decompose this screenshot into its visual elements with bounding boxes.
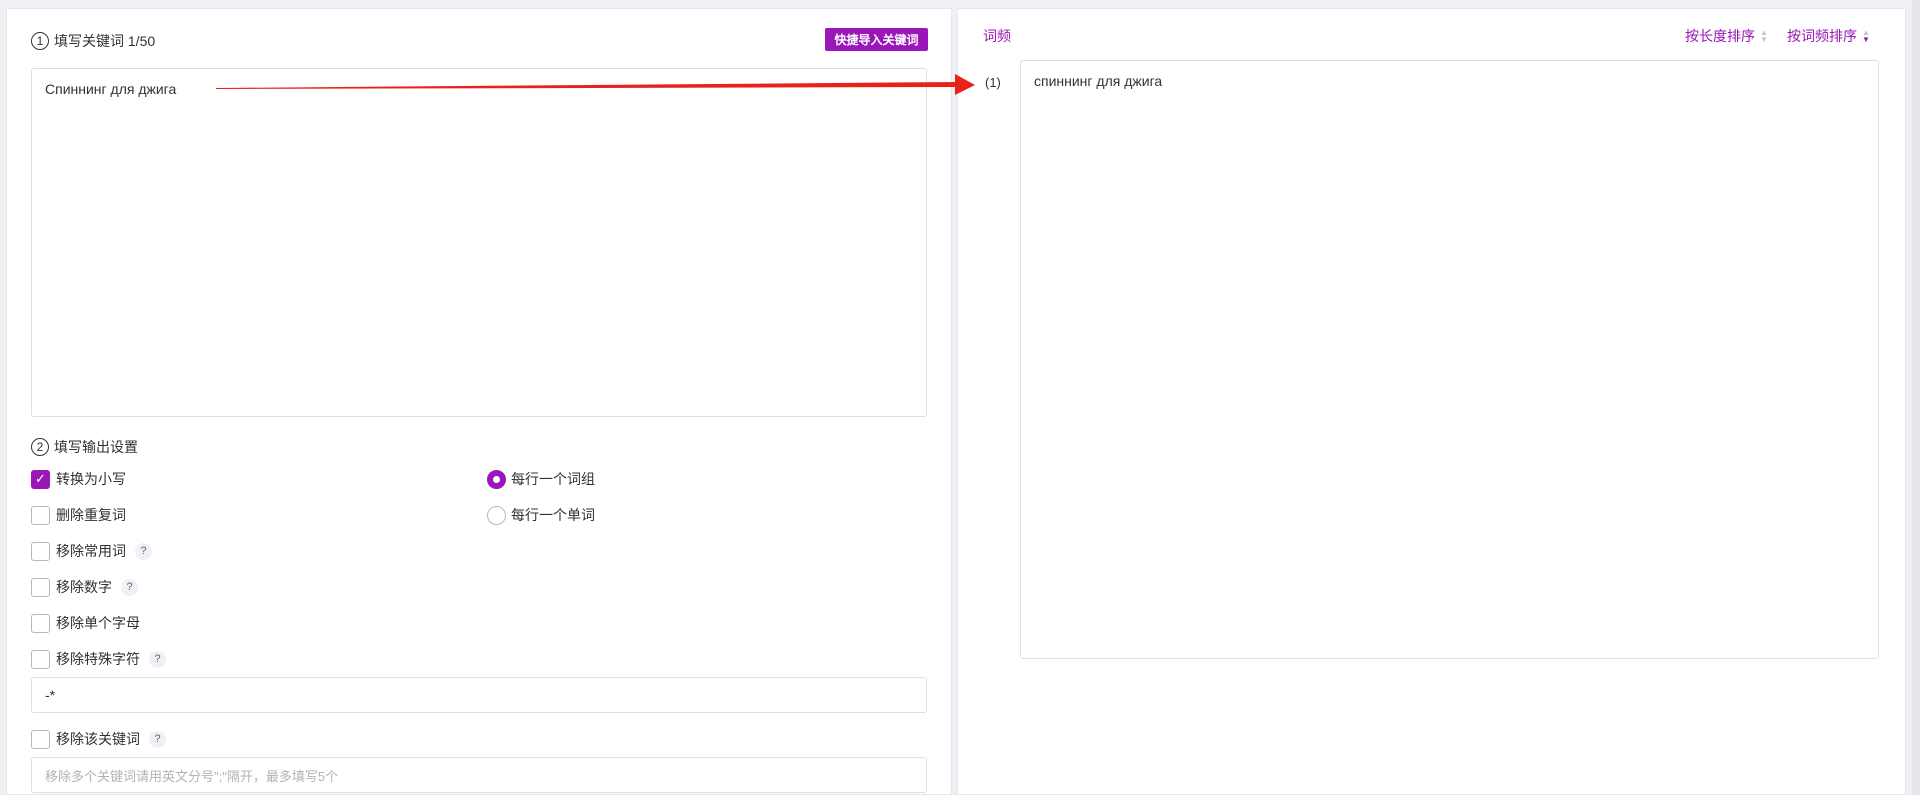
option-lowercase-label: 转换为小写 [56,471,126,487]
option-remove-single-letter-label: 移除单个字母 [56,615,140,631]
help-icon[interactable]: ? [135,542,152,560]
option-remove-numbers[interactable]: 移除数字 ? [31,577,138,597]
option-remove-common-label: 移除常用词 [56,543,126,559]
checkbox-icon[interactable] [31,613,50,633]
sort-by-length-button[interactable]: 按长度排序 ▲ ▼ [1685,26,1768,46]
checkbox-icon[interactable] [31,505,50,525]
radio-per-phrase[interactable]: 每行一个词组 [487,469,595,489]
option-lowercase[interactable]: ✓ 转换为小写 [31,469,126,489]
checkbox-icon[interactable] [31,577,50,597]
step-number-2: 2 [31,438,49,456]
word-frequency-label[interactable]: 词频 [983,26,1011,46]
help-icon[interactable]: ? [149,650,166,668]
checkbox-icon[interactable] [31,649,50,669]
option-remove-keyword-label: 移除该关键词 [56,731,140,747]
result-text: спиннинг для джига [1034,73,1163,89]
remove-keyword-input[interactable]: 移除多个关键词请用英文分号";"隔开，最多填写5个 [31,757,927,793]
page-scrollbar[interactable] [1912,0,1920,795]
step-1-header: 1 填写关键词 1/50 [31,31,155,51]
step-number-1: 1 [31,32,49,50]
option-remove-special-label: 移除特殊字符 [56,651,140,667]
keyword-text: Спиннинг для джига [45,81,177,97]
option-remove-common-words[interactable]: 移除常用词 ? [31,541,152,561]
special-chars-value: -* [45,687,56,703]
option-remove-keyword[interactable]: 移除该关键词 ? [31,729,166,749]
option-remove-duplicates[interactable]: 删除重复词 [31,505,126,525]
help-icon[interactable]: ? [149,730,166,748]
remove-keyword-placeholder: 移除多个关键词请用英文分号";"隔开，最多填写5个 [45,768,339,784]
option-remove-duplicates-label: 删除重复词 [56,507,126,523]
radio-per-phrase-label: 每行一个词组 [511,471,595,487]
help-icon[interactable]: ? [121,578,138,596]
sort-by-length-label: 按长度排序 [1685,28,1755,44]
checkbox-icon[interactable] [31,729,50,749]
sort-caret-icon: ▲ ▼ [1862,28,1870,44]
result-textarea[interactable]: спиннинг для джига [1020,60,1879,659]
step-2-header: 2 填写输出设置 [31,437,138,457]
word-frequency-panel: 词频 按长度排序 ▲ ▼ 按词频排序 ▲ ▼ (1) спиннинг для дж… [957,8,1906,795]
option-remove-single-letter[interactable]: 移除单个字母 [31,613,140,633]
result-line-number: (1) [985,75,1001,90]
option-remove-special-chars[interactable]: 移除特殊字符 ? [31,649,166,669]
special-chars-input[interactable]: -* [31,677,927,713]
radio-checked-icon[interactable] [487,469,506,489]
keyword-input-panel: 1 填写关键词 1/50 快捷导入关键词 Спиннинг для джига … [6,8,952,795]
keyword-textarea[interactable]: Спиннинг для джига [31,68,927,417]
sort-by-frequency-button[interactable]: 按词频排序 ▲ ▼ [1787,26,1870,46]
option-remove-numbers-label: 移除数字 [56,579,112,595]
radio-per-word[interactable]: 每行一个单词 [487,505,595,525]
quick-import-keywords-button[interactable]: 快捷导入关键词 [825,28,928,51]
sort-caret-icon: ▲ ▼ [1760,28,1768,44]
checkbox-icon[interactable] [31,541,50,561]
radio-icon[interactable] [487,505,506,525]
checkbox-checked-icon[interactable]: ✓ [31,469,50,489]
sort-by-frequency-label: 按词频排序 [1787,28,1857,44]
step-1-title: 填写关键词 1/50 [54,33,156,49]
radio-per-word-label: 每行一个单词 [511,507,595,523]
step-2-title: 填写输出设置 [54,439,138,455]
